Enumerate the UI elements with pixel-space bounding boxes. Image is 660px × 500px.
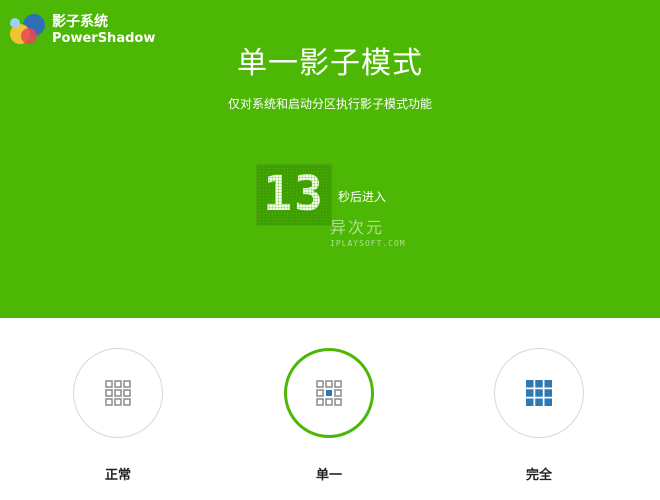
countdown-display: 13	[256, 164, 332, 226]
grid-center-filled-icon	[316, 380, 342, 406]
watermark-text: 异次元	[330, 218, 385, 237]
grid-outline-icon	[105, 380, 131, 406]
mode-single-label: 单一	[315, 468, 342, 483]
page-subtitle: 仅对系统和启动分区执行影子模式功能	[227, 97, 432, 111]
mode-normal-button[interactable]	[73, 348, 163, 438]
page-title: 单一影子模式	[237, 46, 423, 81]
header-banner: 影子系统 PowerShadow 单一影子模式 仅对系统和启动分区执行影子模式功…	[0, 0, 660, 318]
brand-name-cn: 影子系统	[52, 14, 108, 30]
mode-full-label: 完全	[525, 468, 552, 483]
mode-single-button[interactable]	[284, 348, 374, 438]
mode-full-button[interactable]	[494, 348, 584, 438]
watermark: 异次元 IPLAYSOFT.COM	[330, 214, 416, 248]
grid-filled-icon	[526, 380, 552, 406]
countdown-suffix: 秒后进入	[338, 190, 387, 204]
mode-normal-label: 正常	[104, 468, 131, 483]
countdown-value: 13	[263, 166, 325, 222]
watermark-url: IPLAYSOFT.COM	[330, 239, 406, 248]
